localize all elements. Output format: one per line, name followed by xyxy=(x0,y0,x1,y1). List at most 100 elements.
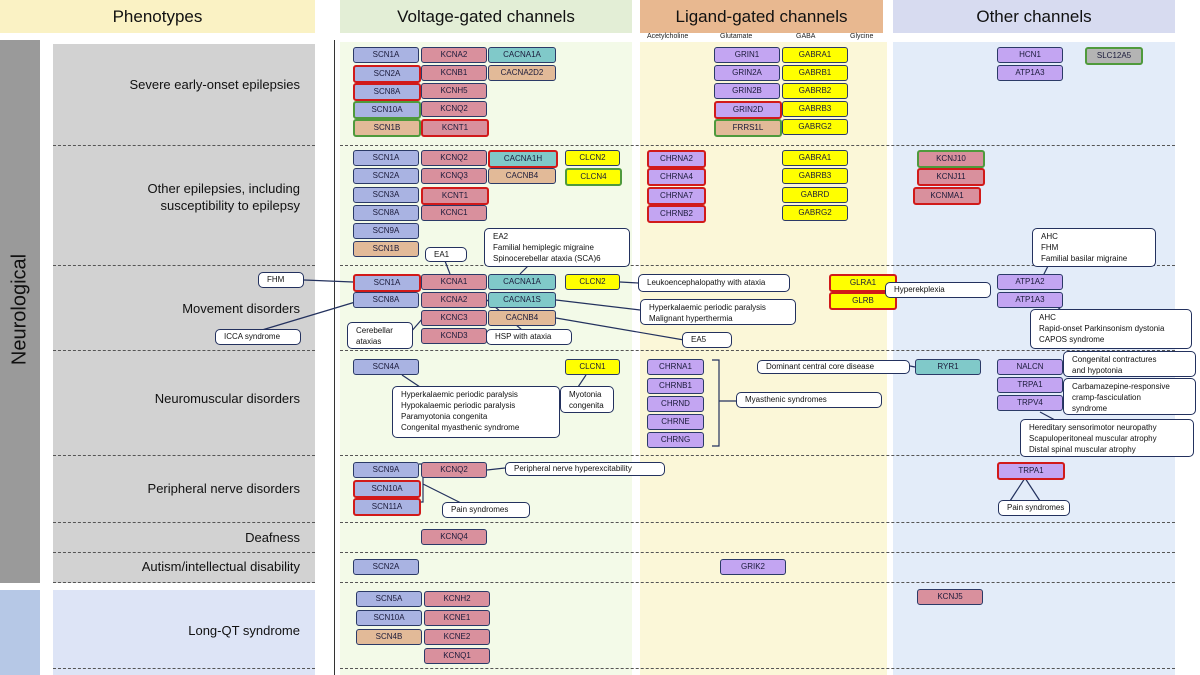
callout-line: Pain syndromes xyxy=(451,505,509,514)
gene-chrna4: CHRNA4 xyxy=(647,168,706,186)
gene-scn1b: SCN1B xyxy=(353,241,419,257)
gene-ryr1: RYR1 xyxy=(915,359,981,375)
gene-kcnh2: KCNH2 xyxy=(424,591,490,607)
callout-line: Familial hemiplegic migraine xyxy=(493,243,594,252)
callout-line: Hyperkalaemic periodic paralysis xyxy=(401,390,518,399)
gene-nalcn: NALCN xyxy=(997,359,1063,375)
callout-line: Malignant hyperthermia xyxy=(649,314,733,323)
callout-line: Peripheral nerve hyperexcitability xyxy=(514,464,632,473)
callout-line: Myotonia xyxy=(569,390,602,399)
callout-line: Pain syndromes xyxy=(1007,503,1065,512)
callout-line: AHC xyxy=(1041,232,1058,241)
gene-scn3a: SCN3A xyxy=(353,187,419,203)
phenotype-callout: Dominant central core disease xyxy=(757,360,910,374)
gene-kcnd3: KCND3 xyxy=(421,328,487,344)
gene-kcnc1: KCNC1 xyxy=(421,205,487,221)
gene-hcn1: HCN1 xyxy=(997,47,1063,63)
callout-line: Scapuloperitoneal muscular atrophy xyxy=(1029,434,1157,443)
phenotype-callout: Pain syndromes xyxy=(442,502,530,518)
callout-line: HSP with ataxia xyxy=(495,332,552,341)
gene-kcna2: KCNA2 xyxy=(421,47,487,63)
gene-scn4a: SCN4A xyxy=(353,359,419,375)
gene-clcn2: CLCN2 xyxy=(565,274,620,290)
callout-line: EA1 xyxy=(434,250,450,259)
phenotype-callout: EA1 xyxy=(425,247,467,262)
callout-line: FHM xyxy=(1041,243,1059,252)
gene-scn1a: SCN1A xyxy=(353,47,419,63)
gene-gabrb1: GABRB1 xyxy=(782,65,848,81)
gene-scn1a: SCN1A xyxy=(353,274,421,292)
callout-line: Hyperekplexia xyxy=(894,285,945,294)
gene-kcna2: KCNA2 xyxy=(421,292,487,308)
gene-scn10a: SCN10A xyxy=(353,101,421,119)
gene-scn9a: SCN9A xyxy=(353,462,419,478)
phenotype-callout: Cerebellar ataxias xyxy=(347,322,413,349)
gene-gabra1: GABRA1 xyxy=(782,47,848,63)
gene-cacna1h: CACNA1H xyxy=(488,150,558,168)
connector-lines xyxy=(261,260,1066,504)
gene-chrne: CHRNE xyxy=(647,414,704,430)
gene-scn4b: SCN4B xyxy=(356,629,422,645)
gene-atp1a3: ATP1A3 xyxy=(997,65,1063,81)
gene-frrs1l: FRRS1L xyxy=(714,119,782,137)
gene-scn5a: SCN5A xyxy=(356,591,422,607)
callout-line: Carbamazepine-responsive xyxy=(1072,382,1170,391)
phenotype-callout: Congenital contractures and hypotonia xyxy=(1063,351,1196,377)
phenotype-callout: EA2 Familial hemiplegic migraine Spinocere… xyxy=(484,228,630,267)
gene-chrnd: CHRND xyxy=(647,396,704,412)
gene-gabra1: GABRA1 xyxy=(782,150,848,166)
gene-trpa1: TRPA1 xyxy=(997,377,1063,393)
gene-cacna1a: CACNA1A xyxy=(488,47,556,63)
callout-line: ICCA syndrome xyxy=(224,332,281,341)
gene-grin1: GRIN1 xyxy=(714,47,780,63)
gene-chrnb1: CHRNB1 xyxy=(647,378,704,394)
gene-kcnq2: KCNQ2 xyxy=(421,462,487,478)
gene-scn10a: SCN10A xyxy=(353,480,421,498)
phenotype-callout: Hereditary sensorimotor neuropathy Scapul… xyxy=(1020,419,1194,457)
callout-line: Dominant central core disease xyxy=(766,362,875,371)
gene-grik2: GRIK2 xyxy=(720,559,786,575)
gene-scn9a: SCN9A xyxy=(353,223,419,239)
gene-gabrg2: GABRG2 xyxy=(782,119,848,135)
gene-cacnb4: CACNB4 xyxy=(488,310,556,326)
gene-kcnb1: KCNB1 xyxy=(421,65,487,81)
gene-grin2d: GRIN2D xyxy=(714,101,782,119)
gene-chrna7: CHRNA7 xyxy=(647,187,706,205)
gene-clcn2: CLCN2 xyxy=(565,150,620,166)
callout-line: Distal spinal muscular atrophy xyxy=(1029,445,1136,454)
phenotype-callout: Hyperkalaemic periodic paralysis Malignan… xyxy=(640,299,796,325)
callout-line: Cerebellar xyxy=(356,326,393,335)
gene-scn11a: SCN11A xyxy=(353,498,421,516)
callout-line: Familial basilar migraine xyxy=(1041,254,1128,263)
gene-scn2a: SCN2A xyxy=(353,65,421,83)
gene-scn10a: SCN10A xyxy=(356,610,422,626)
callout-line: cramp-fasciculation xyxy=(1072,393,1141,402)
gene-gabrb2: GABRB2 xyxy=(782,83,848,99)
phenotype-callout: AHC FHM Familial basilar migraine xyxy=(1032,228,1156,267)
callout-line: Hypokalaemic periodic paralysis xyxy=(401,401,516,410)
gene-gabrd: GABRD xyxy=(782,187,848,203)
gene-kcnq3: KCNQ3 xyxy=(421,168,487,184)
callout-line: EA5 xyxy=(691,335,707,344)
phenotype-callout: HSP with ataxia xyxy=(486,329,572,345)
callout-line: AHC xyxy=(1039,313,1056,322)
phenotype-callout: ICCA syndrome xyxy=(215,329,301,345)
gene-scn1b: SCN1B xyxy=(353,119,421,137)
callout-line: CAPOS syndrome xyxy=(1039,335,1105,344)
callout-line: Spinocerebellar ataxia (SCA)6 xyxy=(493,254,601,263)
callout-line: FHM xyxy=(267,275,285,284)
callout-line: and hypotonia xyxy=(1072,366,1123,375)
gene-chrng: CHRNG xyxy=(647,432,704,448)
phenotype-callout: Hyperkalaemic periodic paralysis Hypokala… xyxy=(392,386,560,438)
gene-scn2a: SCN2A xyxy=(353,168,419,184)
gene-kcnt1: KCNT1 xyxy=(421,119,489,137)
gene-kcne1: KCNE1 xyxy=(424,610,490,626)
gene-scn8a: SCN8A xyxy=(353,205,419,221)
phenotype-callout: Pain syndromes xyxy=(998,500,1070,516)
gene-clcn1: CLCN1 xyxy=(565,359,620,375)
callout-line: Myasthenic syndromes xyxy=(745,395,827,404)
gene-scn2a: SCN2A xyxy=(353,559,419,575)
phenotype-callout: Leukoencephalopathy with ataxia xyxy=(638,274,790,292)
gene-cacna1a: CACNA1A xyxy=(488,274,556,290)
gene-chrnb2: CHRNB2 xyxy=(647,205,706,223)
